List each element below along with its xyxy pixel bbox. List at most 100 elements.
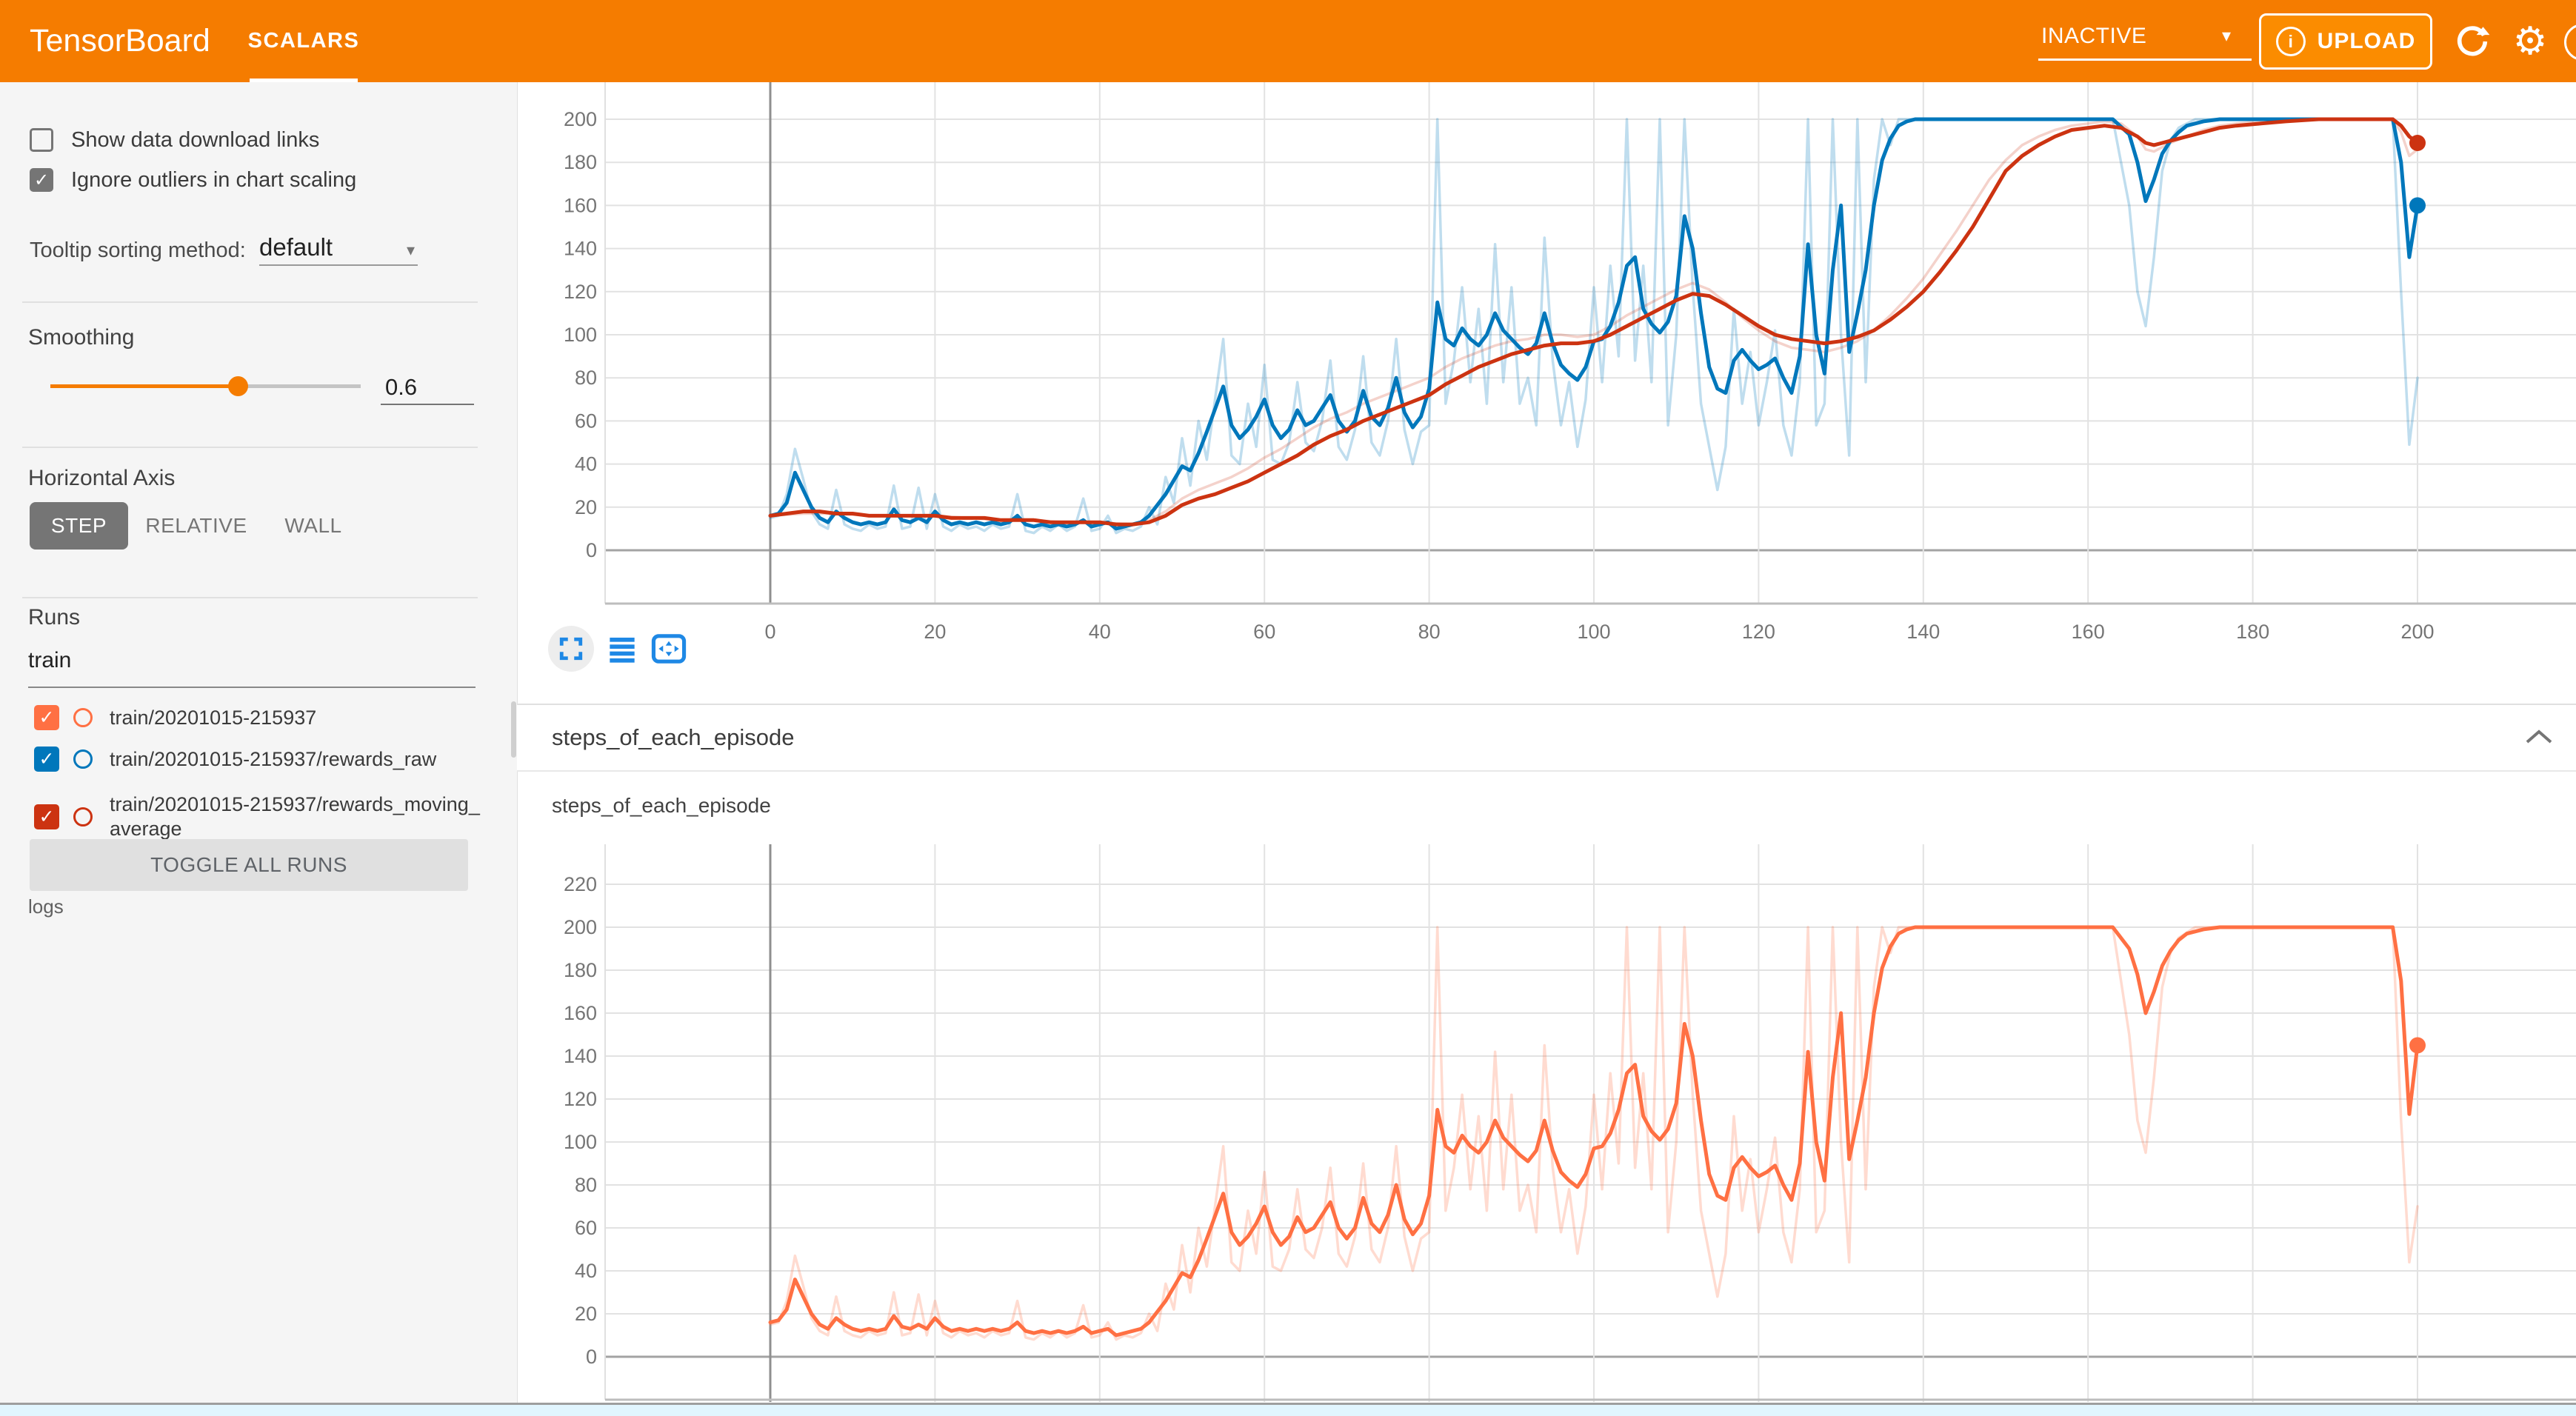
axis-option-step[interactable]: STEP — [30, 502, 128, 550]
svg-text:40: 40 — [575, 1260, 597, 1282]
svg-text:40: 40 — [1089, 621, 1111, 643]
svg-text:0: 0 — [586, 1346, 597, 1368]
fit-domain-icon[interactable] — [647, 626, 690, 672]
smoothing-label: Smoothing — [28, 318, 134, 358]
run-color-circle — [73, 749, 93, 769]
data-series-lines-icon[interactable] — [603, 626, 641, 672]
gear-icon[interactable]: ⚙ — [2509, 16, 2551, 67]
slider-track-filled — [50, 384, 238, 388]
axis-option-step-label: STEP — [51, 514, 107, 538]
svg-text:100: 100 — [1577, 621, 1610, 643]
show-download-links-checkbox[interactable] — [30, 128, 53, 152]
help-icon[interactable]: ? — [2564, 24, 2576, 61]
svg-text:60: 60 — [575, 410, 597, 432]
svg-text:0: 0 — [586, 539, 597, 561]
svg-text:120: 120 — [1742, 621, 1775, 643]
status-dropdown[interactable]: INACTIVE ▾ — [2038, 15, 2252, 62]
slider-thumb[interactable] — [228, 376, 248, 396]
svg-text:140: 140 — [1906, 621, 1940, 643]
upload-label: UPLOAD — [2318, 29, 2416, 54]
info-icon: i — [2276, 27, 2306, 56]
chevron-up-icon[interactable] — [2523, 726, 2555, 749]
chart-card-title: steps_of_each_episode — [552, 794, 771, 818]
svg-text:120: 120 — [564, 1088, 597, 1110]
tab-scalars[interactable]: SCALARS — [250, 0, 358, 82]
run-label: train/20201015-215937 — [110, 699, 316, 736]
upload-button[interactable]: i UPLOAD — [2259, 13, 2432, 70]
svg-text:80: 80 — [575, 367, 597, 389]
horizontal-axis-label: Horizontal Axis — [28, 458, 175, 498]
axis-option-relative[interactable]: RELATIVE — [141, 502, 252, 550]
divider — [22, 301, 478, 303]
run-checkbox[interactable]: ✓ — [34, 705, 59, 730]
status-underline — [2038, 59, 2252, 61]
dropdown-underline — [259, 264, 418, 266]
axis-option-relative-label: RELATIVE — [145, 514, 247, 538]
run-label: train/20201015-215937/rewards_raw — [110, 741, 436, 778]
tab-scalars-label: SCALARS — [248, 29, 360, 53]
svg-text:200: 200 — [2400, 621, 2434, 643]
svg-text:20: 20 — [924, 621, 946, 643]
show-download-links-label: Show data download links — [71, 121, 319, 159]
svg-text:20: 20 — [575, 1303, 597, 1325]
svg-text:160: 160 — [564, 1002, 597, 1024]
svg-text:0: 0 — [764, 621, 775, 643]
input-underline — [381, 404, 474, 405]
chevron-down-icon: ▾ — [407, 241, 415, 260]
chevron-down-icon: ▾ — [2222, 25, 2231, 47]
status-value: INACTIVE — [2041, 24, 2146, 49]
run-checkbox[interactable]: ✓ — [34, 804, 59, 829]
app-title: TensorBoard — [30, 0, 210, 82]
rewards-chart[interactable]: 0204060801001201401601802000204060801001… — [517, 82, 2576, 704]
slider-track-rest — [238, 384, 361, 388]
run-row[interactable]: ✓ train/20201015-215937/rewards_raw — [0, 747, 517, 788]
axis-option-wall-label: WALL — [284, 514, 341, 538]
smoothing-value-input[interactable]: 0.6 — [381, 373, 474, 405]
divider — [22, 447, 478, 448]
svg-text:180: 180 — [564, 151, 597, 173]
axis-option-wall[interactable]: WALL — [273, 502, 354, 550]
svg-text:60: 60 — [1253, 621, 1275, 643]
runs-filter-input[interactable]: train — [28, 644, 476, 688]
svg-text:60: 60 — [575, 1217, 597, 1239]
toggle-all-runs-label: TOGGLE ALL RUNS — [150, 853, 347, 877]
input-underline — [28, 687, 476, 688]
runs-label: Runs — [28, 598, 80, 638]
refresh-icon[interactable] — [2453, 22, 2492, 61]
smoothing-slider[interactable] — [50, 375, 361, 397]
runs-filter-value: train — [28, 648, 71, 673]
run-color-circle — [73, 708, 93, 727]
app-header: TensorBoard SCALARS INACTIVE ▾ i UPLOAD … — [0, 0, 2576, 82]
svg-text:140: 140 — [564, 238, 597, 260]
svg-text:100: 100 — [564, 324, 597, 346]
section-header[interactable]: steps_of_each_episode — [517, 704, 2576, 772]
run-color-circle — [73, 807, 93, 826]
svg-text:120: 120 — [564, 281, 597, 303]
tooltip-sorting-value: default — [259, 233, 333, 261]
svg-text:160: 160 — [2072, 621, 2105, 643]
section-title: steps_of_each_episode — [552, 705, 794, 770]
svg-text:40: 40 — [575, 453, 597, 475]
steps-chart[interactable]: 020406080100120140160180200220 — [517, 844, 2576, 1403]
sidebar-scrollbar[interactable] — [511, 701, 516, 758]
svg-text:140: 140 — [564, 1045, 597, 1067]
tooltip-sorting-dropdown[interactable]: default ▾ — [259, 229, 418, 275]
svg-text:200: 200 — [564, 108, 597, 130]
run-checkbox[interactable]: ✓ — [34, 747, 59, 772]
toggle-all-runs-button[interactable]: TOGGLE ALL RUNS — [30, 839, 468, 891]
run-label: train/20201015-215937/rewards_moving_ave… — [110, 792, 489, 841]
fullscreen-icon[interactable] — [548, 626, 594, 672]
bottom-scroll-strip[interactable] — [0, 1405, 2576, 1416]
sidebar: Show data download links ✓ Ignore outlie… — [0, 82, 518, 1405]
svg-text:200: 200 — [564, 916, 597, 938]
svg-text:160: 160 — [564, 194, 597, 216]
tooltip-sorting-label: Tooltip sorting method: — [30, 230, 246, 270]
runs-footer-label: logs — [28, 895, 64, 918]
ignore-outliers-label: Ignore outliers in chart scaling — [71, 161, 356, 199]
svg-text:20: 20 — [575, 496, 597, 518]
svg-text:80: 80 — [575, 1174, 597, 1196]
ignore-outliers-checkbox[interactable]: ✓ — [30, 168, 53, 192]
svg-text:100: 100 — [564, 1131, 597, 1153]
divider — [22, 597, 478, 598]
svg-text:180: 180 — [564, 959, 597, 981]
